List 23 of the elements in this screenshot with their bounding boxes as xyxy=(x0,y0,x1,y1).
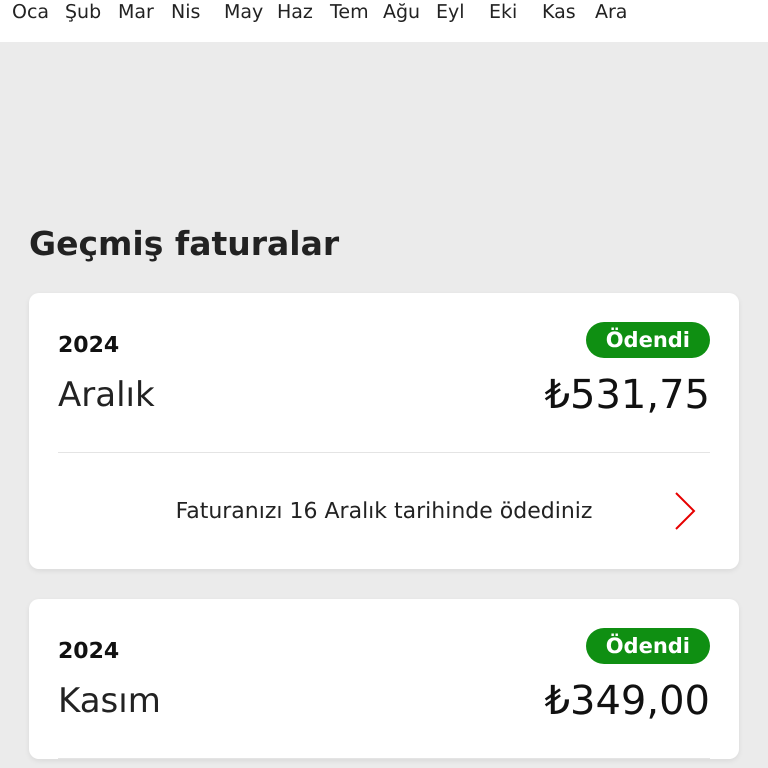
month-label[interactable]: May xyxy=(224,0,277,24)
section-title: Geçmiş faturalar xyxy=(29,224,340,263)
bill-amount: ₺531,75 xyxy=(544,372,710,418)
month-label[interactable]: Eki xyxy=(489,0,542,24)
month-label[interactable]: Eyl xyxy=(436,0,489,24)
month-label[interactable]: Kas xyxy=(542,0,595,24)
month-label[interactable]: Ara xyxy=(595,0,648,24)
payment-note: Faturanızı 16 Aralık tarihinde ödediniz xyxy=(176,498,592,524)
bill-month: Kasım xyxy=(58,681,161,721)
bill-amount: ₺349,00 xyxy=(544,678,710,724)
month-label[interactable]: Haz xyxy=(277,0,330,24)
month-label[interactable]: Tem xyxy=(330,0,383,24)
month-label[interactable]: Oca xyxy=(12,0,65,24)
bill-year: 2024 xyxy=(58,333,120,358)
chevron-right-icon[interactable] xyxy=(674,491,696,531)
bill-month: Aralık xyxy=(58,375,155,415)
month-label[interactable]: Nis xyxy=(171,0,224,24)
bill-year: 2024 xyxy=(58,639,120,664)
status-badge: Ödendi xyxy=(586,322,710,358)
month-label[interactable]: Mar xyxy=(118,0,171,24)
month-label[interactable]: Ağu xyxy=(383,0,436,24)
month-label[interactable]: Şub xyxy=(65,0,118,24)
status-badge: Ödendi xyxy=(586,628,710,664)
